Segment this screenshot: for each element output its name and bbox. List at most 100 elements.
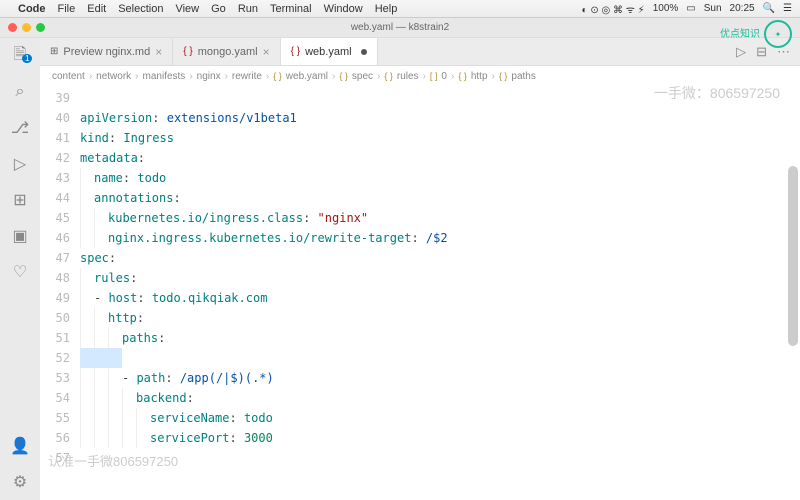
tab-web-yaml[interactable]: { }web.yaml	[281, 38, 378, 65]
breadcrumb-item[interactable]: spec	[352, 71, 373, 82]
clock-time: 20:25	[730, 3, 755, 14]
extensions-icon[interactable]: ⊞	[10, 190, 30, 210]
code-line[interactable]: metadata:	[80, 148, 800, 168]
close-tab-icon[interactable]: ×	[155, 45, 162, 59]
macos-menubar: Code File Edit Selection View Go Run Terminal W…	[0, 0, 800, 18]
split-icon[interactable]: ⊟	[756, 44, 767, 60]
menu-view[interactable]: View	[175, 3, 199, 15]
breadcrumb-item[interactable]: network	[96, 71, 131, 82]
search-icon[interactable]: 🔍	[763, 3, 775, 14]
code-line[interactable]	[80, 448, 800, 468]
breadcrumb-icon: { }	[384, 71, 393, 81]
window-controls[interactable]	[8, 23, 45, 32]
activity-bar: 🗎1 ⌕ ⎇ ▷ ⊞ ▣ ♡ 👤 ⚙	[0, 38, 40, 500]
line-number: 45	[40, 208, 70, 228]
breadcrumb-icon: { }	[499, 71, 508, 81]
menu-icon[interactable]: ☰	[783, 3, 792, 14]
tab-actions: ▷ ⊟ ⋯	[726, 38, 800, 65]
explorer-badge: 1	[22, 54, 32, 63]
remote-icon[interactable]: ▣	[10, 226, 30, 246]
menu-terminal[interactable]: Terminal	[270, 3, 312, 15]
menu-file[interactable]: File	[58, 3, 76, 15]
menu-selection[interactable]: Selection	[118, 3, 163, 15]
line-number: 54	[40, 388, 70, 408]
chevron-right-icon: ›	[266, 71, 269, 82]
window-titlebar: web.yaml — k8strain2	[0, 18, 800, 38]
tab-preview-nginx-md[interactable]: ⊞Preview nginx.md×	[40, 38, 173, 65]
code-line[interactable]: http:	[80, 308, 800, 328]
close-tab-icon[interactable]: ×	[263, 45, 270, 59]
breadcrumb-item[interactable]: paths	[511, 71, 535, 82]
chevron-right-icon: ›	[225, 71, 228, 82]
code-line[interactable]: rules:	[80, 268, 800, 288]
code-line[interactable]: kind: Ingress	[80, 128, 800, 148]
menu-help[interactable]: Help	[375, 3, 398, 15]
account-icon[interactable]: 👤	[10, 436, 30, 456]
breadcrumb-item[interactable]: web.yaml	[286, 71, 328, 82]
menu-run[interactable]: Run	[238, 3, 258, 15]
code-line[interactable]: nginx.ingress.kubernetes.io/rewrite-targ…	[80, 228, 800, 248]
status-icons: ◐ ⊙ ◎ ⌘ ᯤ ⚡︎	[582, 2, 645, 16]
tab-mongo-yaml[interactable]: { }mongo.yaml×	[173, 38, 280, 65]
code-line[interactable]	[80, 348, 800, 368]
chevron-right-icon: ›	[89, 71, 92, 82]
more-icon[interactable]: ⋯	[777, 44, 790, 60]
breadcrumb-item[interactable]: nginx	[197, 71, 221, 82]
code-line[interactable]: backend:	[80, 388, 800, 408]
breadcrumb-item[interactable]: content	[52, 71, 85, 82]
bookmark-icon[interactable]: ♡	[10, 262, 30, 282]
code-line[interactable]: spec:	[80, 248, 800, 268]
chevron-right-icon: ›	[332, 71, 335, 82]
line-number: 53	[40, 368, 70, 388]
code-line[interactable]: name: todo	[80, 168, 800, 188]
file-icon: { }	[291, 46, 300, 57]
line-number: 39	[40, 88, 70, 108]
line-number: 44	[40, 188, 70, 208]
breadcrumb-item[interactable]: 0	[441, 71, 447, 82]
code-line[interactable]: paths:	[80, 328, 800, 348]
line-number: 48	[40, 268, 70, 288]
menu-go[interactable]: Go	[211, 3, 226, 15]
code-line[interactable]: - host: todo.qikqiak.com	[80, 288, 800, 308]
line-number: 55	[40, 408, 70, 428]
search-sidebar-icon[interactable]: ⌕	[10, 82, 30, 102]
breadcrumb-item[interactable]: manifests	[143, 71, 186, 82]
zoom-icon[interactable]	[36, 23, 45, 32]
line-number: 40	[40, 108, 70, 128]
breadcrumb[interactable]: content › network › manifests › nginx › rewrite ›…	[40, 66, 800, 86]
code-line[interactable]: - path: /app(/|$)(.*)	[80, 368, 800, 388]
debug-icon[interactable]: ▷	[10, 154, 30, 174]
breadcrumb-icon: { }	[339, 71, 348, 81]
code-line[interactable]: annotations:	[80, 188, 800, 208]
run-icon[interactable]: ▷	[736, 44, 746, 60]
scrollbar[interactable]	[788, 166, 798, 346]
chevron-right-icon: ›	[451, 71, 454, 82]
code-line[interactable]: apiVersion: extensions/v1beta1	[80, 108, 800, 128]
menu-window[interactable]: Window	[324, 3, 363, 15]
close-icon[interactable]	[8, 23, 17, 32]
code-line[interactable]	[80, 88, 800, 108]
menu-edit[interactable]: Edit	[87, 3, 106, 15]
explorer-icon[interactable]: 🗎1	[10, 46, 30, 66]
breadcrumb-icon: { }	[273, 71, 282, 81]
menu-app[interactable]: Code	[18, 3, 46, 15]
breadcrumb-item[interactable]: http	[471, 71, 488, 82]
minimize-icon[interactable]	[22, 23, 31, 32]
file-icon: ⊞	[50, 46, 58, 57]
editor-area: ⊞Preview nginx.md×{ }mongo.yaml×{ }web.y…	[40, 38, 800, 500]
scm-icon[interactable]: ⎇	[10, 118, 30, 138]
line-number: 41	[40, 128, 70, 148]
line-number: 56	[40, 428, 70, 448]
code-line[interactable]: kubernetes.io/ingress.class: "nginx"	[80, 208, 800, 228]
code-line[interactable]: servicePort: 3000	[80, 428, 800, 448]
chevron-right-icon: ›	[377, 71, 380, 82]
chevron-right-icon: ›	[423, 71, 426, 82]
breadcrumb-item[interactable]: rules	[397, 71, 419, 82]
code-editor[interactable]: 39404142434445464748495051525354555657 a…	[40, 86, 800, 500]
settings-icon[interactable]: ⚙	[10, 472, 30, 492]
code-lines[interactable]: apiVersion: extensions/v1beta1kind: Ingr…	[80, 86, 800, 500]
chevron-right-icon: ›	[135, 71, 138, 82]
breadcrumb-item[interactable]: rewrite	[232, 71, 262, 82]
code-line[interactable]: serviceName: todo	[80, 408, 800, 428]
line-gutter: 39404142434445464748495051525354555657	[40, 86, 80, 500]
